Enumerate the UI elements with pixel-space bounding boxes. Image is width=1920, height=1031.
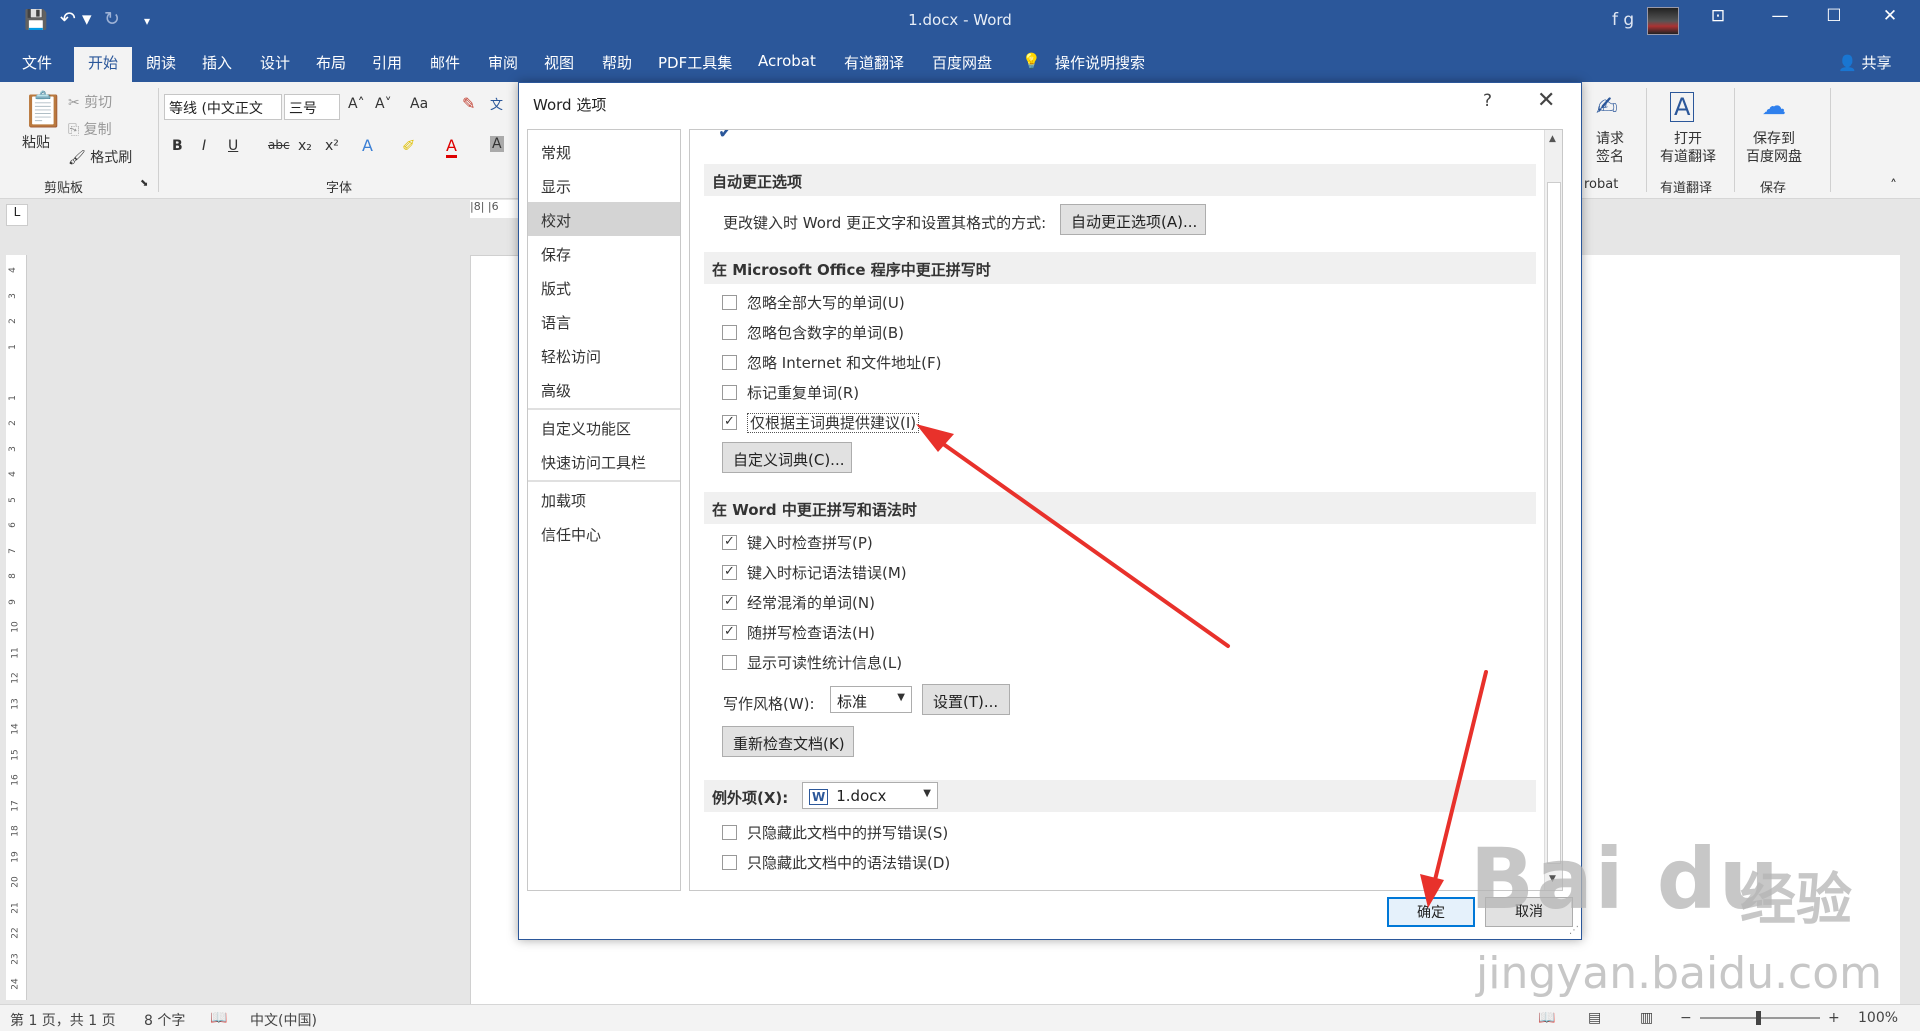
arrow-to-ok-button (1420, 670, 1488, 908)
annotation-arrows (916, 424, 1488, 908)
arrow-to-dictionary-option (916, 424, 1230, 648)
